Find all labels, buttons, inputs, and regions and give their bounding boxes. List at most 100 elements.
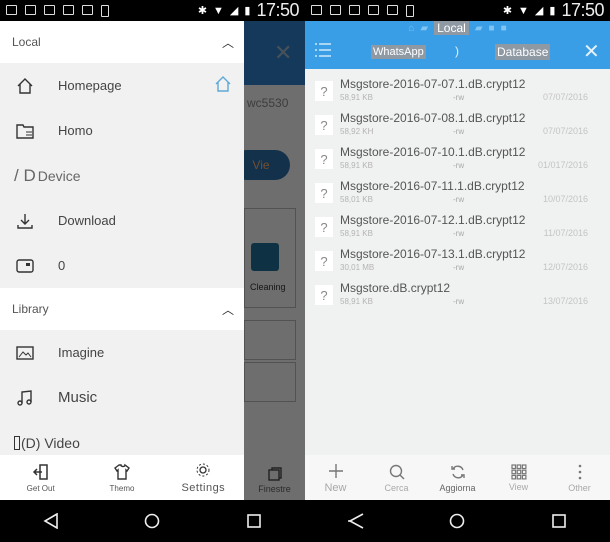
file-size: 58,91 KB bbox=[340, 297, 373, 306]
drawer-item-sd-card[interactable]: 0 bbox=[0, 243, 244, 288]
file-name: Msgstore-2016-07-11.1.dB.crypt12 bbox=[340, 179, 525, 193]
wifi-icon: ▼ bbox=[213, 4, 224, 17]
drawer-item-homepage[interactable]: Homepage bbox=[0, 63, 244, 108]
file-row[interactable]: ? Msgstore.dB.crypt12 58,91 KB -rw 13/07… bbox=[305, 278, 610, 312]
file-size: 58,91 KB bbox=[340, 93, 373, 102]
breadcrumb-whatsapp[interactable]: WhatsApp bbox=[371, 45, 426, 59]
gmail-notification-icon bbox=[44, 4, 55, 15]
file-date: 01/017/2016 bbox=[537, 160, 588, 170]
search-icon bbox=[389, 464, 404, 479]
unknown-file-icon: ? bbox=[315, 251, 333, 271]
new-button[interactable]: New bbox=[305, 455, 366, 500]
folder-list-icon bbox=[14, 121, 36, 141]
notification-icons bbox=[311, 4, 414, 17]
recents-button[interactable] bbox=[234, 506, 274, 536]
unknown-file-icon: ? bbox=[315, 149, 333, 169]
back-button[interactable] bbox=[31, 506, 71, 536]
file-row[interactable]: ? Msgstore-2016-07-10.1.dB.crypt12 58,91… bbox=[305, 142, 610, 176]
tab-icon[interactable]: ▰ bbox=[475, 23, 483, 34]
bluetooth-icon: ✱ bbox=[197, 5, 208, 17]
local-storage-icon[interactable]: ▰ bbox=[420, 23, 428, 34]
section-header-library[interactable]: Library ︿ bbox=[0, 288, 244, 330]
file-manager: ⌂ ▰ Local ▰ ■ ■ WhatsApp ) Database ✕ ? … bbox=[305, 21, 610, 500]
section-title: Local bbox=[12, 35, 41, 49]
back-icon bbox=[347, 513, 364, 529]
set-home-shortcut-icon[interactable] bbox=[214, 75, 232, 96]
file-size: 58,91 KB bbox=[340, 229, 373, 238]
wifi-icon: ▼ bbox=[518, 4, 529, 17]
drawer-item-label: Homo bbox=[58, 123, 93, 138]
image-notification-icon bbox=[311, 4, 322, 15]
file-size: 58,01 KB bbox=[340, 195, 373, 204]
file-list: ? Msgstore-2016-07-07.1.dB.crypt12 58,91… bbox=[305, 69, 610, 312]
file-row[interactable]: ? Msgstore-2016-07-07.1.dB.crypt12 58,91… bbox=[305, 74, 610, 108]
navigation-drawer: Local ︿ Homepage Homo / D Device Downloa… bbox=[0, 21, 244, 500]
home-button[interactable] bbox=[132, 506, 172, 536]
hamburger-icon bbox=[315, 43, 331, 57]
close-icon[interactable]: ✕ bbox=[583, 39, 600, 64]
app-header: ⌂ ▰ Local ▰ ■ ■ WhatsApp ) Database ✕ bbox=[305, 21, 610, 69]
file-name: Msgstore-2016-07-12.1.dB.crypt12 bbox=[340, 213, 526, 227]
file-permissions: -rw bbox=[453, 263, 465, 272]
unknown-file-icon: ? bbox=[315, 115, 333, 135]
file-row[interactable]: ? Msgstore-2016-07-12.1.dB.crypt12 58,91… bbox=[305, 210, 610, 244]
view-button[interactable]: View bbox=[488, 455, 549, 500]
signal-icon: ◢ bbox=[229, 5, 239, 17]
tab-icon[interactable]: ■ bbox=[489, 23, 495, 34]
settings-button[interactable]: Settings bbox=[163, 455, 244, 500]
breadcrumb-database[interactable]: Database bbox=[495, 44, 551, 60]
home-icon[interactable]: ⌂ bbox=[408, 23, 414, 34]
drawer-item-label: Imagine bbox=[58, 345, 105, 360]
windows-icon bbox=[267, 467, 282, 481]
image-notification-icon bbox=[6, 4, 17, 15]
drawer-item-music[interactable]: Music bbox=[0, 375, 244, 420]
refresh-icon bbox=[450, 465, 465, 478]
file-date: 10/07/2016 bbox=[542, 194, 588, 204]
section-title: Library bbox=[12, 302, 49, 316]
chevron-up-icon[interactable]: ︿ bbox=[222, 301, 234, 318]
drawer-item-label: Download bbox=[58, 213, 116, 228]
chevron-up-icon[interactable]: ︿ bbox=[222, 34, 234, 51]
search-button[interactable]: Cerca bbox=[366, 455, 427, 500]
section-header-local[interactable]: Local ︿ bbox=[0, 21, 244, 63]
view-label: View bbox=[508, 481, 529, 492]
shirt-icon bbox=[114, 463, 130, 480]
gmail-notification-icon bbox=[349, 4, 360, 15]
file-permissions: -rw bbox=[453, 195, 465, 204]
file-row[interactable]: ? Msgstore-2016-07-13.1.dB.crypt12 30,01… bbox=[305, 244, 610, 278]
file-row[interactable]: ? Msgstore-2016-07-08.1.dB.crypt12 58,92… bbox=[305, 108, 610, 142]
root-location[interactable]: Local bbox=[434, 21, 469, 35]
drawer-item-images[interactable]: Imagine bbox=[0, 330, 244, 375]
file-name: Msgstore-2016-07-07.1.dB.crypt12 bbox=[340, 77, 526, 91]
drawer-item-homo[interactable]: Homo bbox=[0, 108, 244, 153]
youtube-notification-icon bbox=[368, 4, 379, 15]
file-row[interactable]: ? Msgstore-2016-07-11.1.dB.crypt12 58,01… bbox=[305, 176, 610, 210]
drawer-item-download[interactable]: Download bbox=[0, 198, 244, 243]
battery-icon: ▮ bbox=[244, 5, 251, 17]
signal-icon: ◢ bbox=[534, 5, 544, 17]
drawer-item-device[interactable]: / D Device bbox=[0, 153, 244, 198]
tab-icon[interactable]: ■ bbox=[501, 23, 507, 34]
refresh-button[interactable]: Aggiorna bbox=[427, 455, 488, 500]
recents-button[interactable] bbox=[539, 506, 579, 536]
left-phone-screen: ✱ ▼ ◢ ▮ 17:50 ✕ wc5530 Vie Cleaning Fine… bbox=[0, 0, 305, 542]
more-vertical-icon bbox=[578, 464, 581, 479]
video-icon bbox=[14, 435, 20, 450]
file-size: 58,91 KB bbox=[340, 161, 373, 170]
theme-button[interactable]: Themo bbox=[81, 455, 162, 500]
other-button[interactable]: Other bbox=[549, 455, 610, 500]
get-out-button[interactable]: Get Out bbox=[0, 455, 81, 500]
grid-icon bbox=[510, 463, 526, 479]
menu-button[interactable] bbox=[315, 43, 331, 57]
file-date: 11/07/2016 bbox=[543, 228, 588, 238]
drawer-item-label: Music bbox=[58, 389, 98, 406]
drawer-footer: Get Out Themo Settings bbox=[0, 455, 244, 500]
download-notification-icon bbox=[101, 4, 109, 17]
file-permissions: -rw bbox=[453, 127, 465, 136]
drawer-item-label: Device bbox=[37, 167, 81, 184]
home-button[interactable] bbox=[437, 506, 477, 536]
back-button[interactable] bbox=[336, 506, 376, 536]
mail-notification-icon bbox=[387, 4, 398, 15]
file-name: Msgstore-2016-07-10.1.dB.crypt12 bbox=[340, 145, 526, 159]
mail-notification-icon bbox=[82, 4, 93, 15]
